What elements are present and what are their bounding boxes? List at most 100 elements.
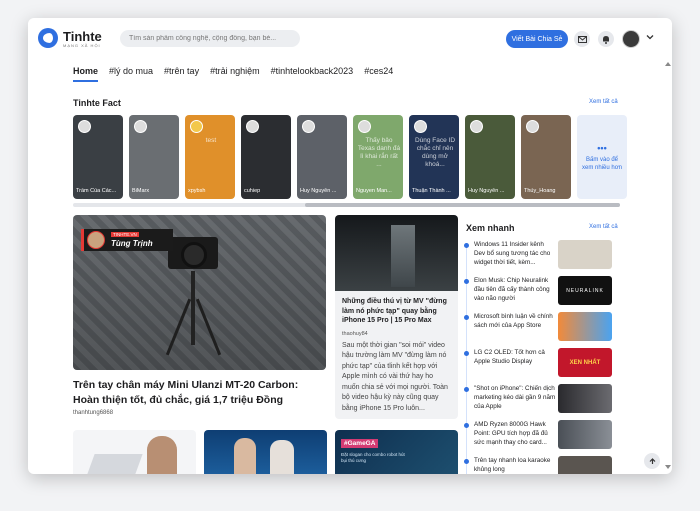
list-item[interactable]: Trên tay nhanh loa karaoke khủng long (464, 456, 612, 474)
avatar (358, 120, 371, 133)
facts-see-all-link[interactable]: Xem tất cả (589, 99, 618, 105)
facts-more-button[interactable]: ••• Bấm vào để xem nhiều hơn (577, 115, 627, 199)
fact-card[interactable]: test xpybsh (185, 115, 235, 199)
list-item[interactable]: Windows 11 Insider kênh Dev bổ sung tươn… (464, 240, 612, 273)
timeline-dot (464, 315, 469, 320)
main-article-image[interactable]: TINHTE.VN Tùng Trịnh (73, 215, 326, 370)
fact-text: Dùng Face ID chắc chỉ nên dùng mở khoá..… (414, 137, 456, 168)
person-shape (147, 436, 177, 474)
fact-card[interactable]: Trầm Của Các... (73, 115, 123, 199)
messages-button[interactable] (574, 31, 590, 47)
lens-shape (181, 242, 207, 268)
tinhte-logo-icon[interactable] (38, 28, 58, 48)
tab-trai-nghiem[interactable]: #trải nghiệm (210, 66, 260, 82)
tab-ces24[interactable]: #ces24 (364, 66, 393, 82)
avatar (470, 120, 483, 133)
list-item[interactable]: "Shot on iPhone": Chiến dịch marketing k… (464, 384, 612, 417)
quick-item-thumb[interactable] (558, 456, 612, 474)
avatar (526, 120, 539, 133)
fact-author: Nguyen Man... (356, 188, 392, 194)
list-item[interactable]: Elon Musk: Chip Neuralink đầu tiên đã cấ… (464, 276, 612, 309)
tab-tren-tay[interactable]: #trên tay (164, 66, 199, 82)
notifications-button[interactable] (598, 31, 614, 47)
mail-icon (577, 35, 587, 43)
list-item[interactable]: LG C2 OLED: Tốt hơn cả Apple Studio Disp… (464, 348, 612, 381)
article-card-image[interactable] (204, 430, 327, 474)
tab-tinhtelookback2023[interactable]: #tinhtelookback2023 (271, 66, 354, 82)
timeline-dot (464, 459, 469, 464)
quick-item-thumb[interactable] (558, 240, 612, 269)
mid-article-title[interactable]: Những điều thú vị từ MV "đừng làm nó phứ… (342, 297, 451, 326)
quick-item-title[interactable]: Trên tay nhanh loa karaoke khủng long (474, 456, 556, 474)
quick-item-title[interactable]: "Shot on iPhone": Chiến dịch marketing k… (474, 384, 556, 411)
quick-item-thumb[interactable] (558, 384, 612, 413)
quick-item-thumb[interactable] (558, 420, 612, 449)
fact-author: Trầm Của Các... (76, 188, 117, 194)
avatar (414, 120, 427, 133)
tab-ly-do-mua[interactable]: #lý do mua (109, 66, 153, 82)
mid-article-author[interactable]: thaohuy84 (342, 331, 451, 337)
article-card-image[interactable] (73, 430, 196, 474)
arrow-up-icon (649, 457, 655, 464)
back-to-top-button[interactable] (644, 453, 660, 469)
quick-see-all-link[interactable]: Xem tất cả (589, 224, 618, 230)
person-shape (234, 438, 256, 474)
mid-article-image[interactable] (335, 215, 458, 291)
search-input[interactable] (120, 30, 300, 47)
fact-author: Thuận Thành ... (412, 188, 451, 194)
fact-author: xpybsh (188, 188, 206, 194)
topic-tabs: Home #lý do mua #trên tay #trải nghiệm #… (73, 66, 393, 82)
fact-card[interactable]: BiMarx (129, 115, 179, 199)
scrollbar-thumb[interactable] (305, 203, 620, 207)
quick-item-title[interactable]: AMD Ryzen 8000G Hawk Point: GPU tích hợp… (474, 420, 556, 447)
avatar (134, 120, 147, 133)
timeline-dot (464, 387, 469, 392)
fact-text: test (205, 137, 217, 144)
fact-card[interactable]: Thủy_Hoang (521, 115, 571, 199)
chevron-down-icon[interactable] (646, 33, 654, 41)
fact-card[interactable]: Dùng Face ID chắc chỉ nên dùng mở khoá..… (409, 115, 459, 199)
scroll-up-icon[interactable] (665, 62, 671, 66)
facts-scrollbar[interactable] (73, 203, 620, 207)
facts-more-label: Bấm vào để xem nhiều hơn (582, 156, 622, 171)
browser-window: Tinhte MẠNG XÃ HỘI Viết Bài Chia Sẻ Home… (28, 18, 672, 474)
quick-item-thumb[interactable] (558, 312, 612, 341)
avatar (246, 120, 259, 133)
write-post-button[interactable]: Viết Bài Chia Sẻ (506, 30, 568, 48)
list-item[interactable]: Microsoft bình luận về chính sách mới củ… (464, 312, 612, 345)
mid-article-excerpt: Sau một thời gian "soi mói" video hậu tr… (342, 341, 448, 412)
bell-icon (603, 35, 609, 44)
quick-item-title[interactable]: Windows 11 Insider kênh Dev bổ sung tươn… (474, 240, 556, 267)
timeline-dot (464, 423, 469, 428)
quick-item-title[interactable]: LG C2 OLED: Tốt hơn cả Apple Studio Disp… (474, 348, 556, 366)
fact-author: cuhiep (244, 188, 261, 194)
quick-item-title[interactable]: Elon Musk: Chip Neuralink đầu tiên đã cấ… (474, 276, 556, 303)
brand-name[interactable]: Tinhte (63, 29, 102, 44)
fact-card[interactable]: Thấy bảo Texas danh đá lì khai rắn rất .… (353, 115, 403, 199)
fact-card[interactable]: cuhiep (241, 115, 291, 199)
gamega-subtitle: Đặt slogan cho combo robot hút bụi thú c… (341, 452, 405, 463)
brand-subtitle: MẠNG XÃ HỘI (63, 43, 101, 48)
user-avatar[interactable] (622, 30, 640, 48)
gamega-tag: #GameGA (341, 439, 379, 448)
avatar (302, 120, 315, 133)
main-article-author[interactable]: thanhtung6868 (73, 410, 113, 416)
fact-card[interactable]: Huy Nguyễn ... (465, 115, 515, 199)
fact-card[interactable]: Huy Nguyễn ... (297, 115, 347, 199)
article-card-image[interactable]: #GameGA Đặt slogan cho combo robot hút b… (335, 430, 458, 474)
scroll-down-icon[interactable] (665, 465, 671, 469)
person-shape (270, 440, 294, 474)
quick-item-title[interactable]: Microsoft bình luận về chính sách mới củ… (474, 312, 556, 330)
tripod-shape (191, 271, 195, 345)
door-shape (391, 225, 415, 287)
timeline-dot (464, 279, 469, 284)
quick-item-thumb[interactable]: NEURALINK (558, 276, 612, 305)
list-item[interactable]: AMD Ryzen 8000G Hawk Point: GPU tích hợp… (464, 420, 612, 453)
avatar (78, 120, 91, 133)
tab-home[interactable]: Home (73, 66, 99, 82)
mid-article-card[interactable]: Những điều thú vị từ MV "đừng làm nó phứ… (335, 291, 458, 419)
quick-item-thumb[interactable]: XEN NHẤT (558, 348, 612, 377)
main-article-title[interactable]: Trên tay chân máy Mini Ulanzi MT-20 Carb… (73, 378, 326, 408)
fact-text: Thấy bảo Texas danh đá lì khai rắn rất .… (357, 137, 401, 168)
facts-title: Tinhte Fact (73, 98, 121, 108)
